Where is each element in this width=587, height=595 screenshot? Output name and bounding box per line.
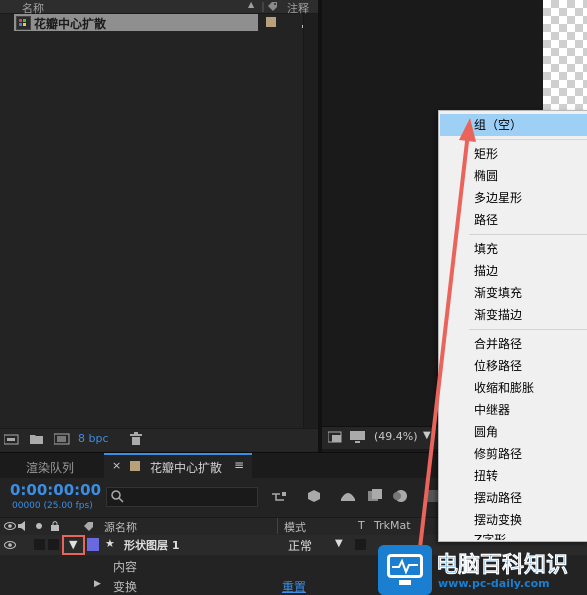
- watermark-url: www.pc-daily.com: [438, 577, 550, 590]
- monitor-logo-icon: [387, 554, 423, 578]
- annotation-arrow: [418, 118, 476, 549]
- watermark-logo: [378, 545, 432, 595]
- watermark-title: 电脑百科知识: [436, 553, 569, 579]
- watermark: 电脑百科知识 www.pc-daily.com: [378, 545, 587, 595]
- arrow-shaft: [418, 132, 470, 549]
- arrow-head: [459, 118, 476, 142]
